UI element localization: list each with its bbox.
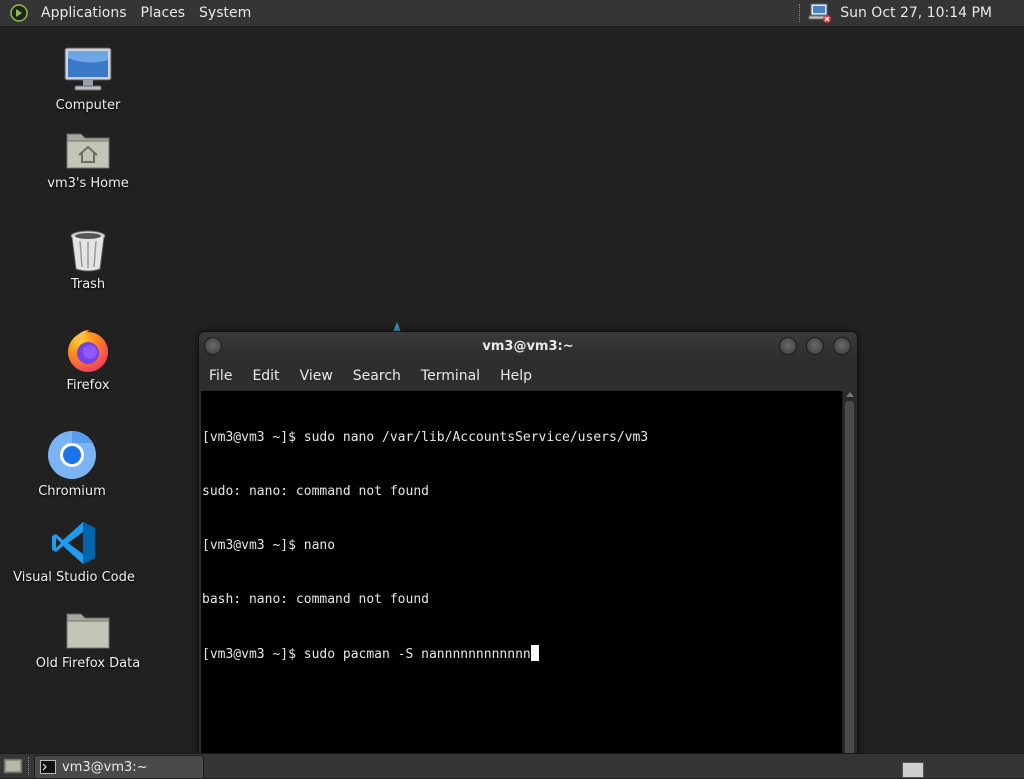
panel-handle — [799, 4, 802, 22]
menu-search[interactable]: Search — [343, 368, 411, 384]
applications-menu[interactable]: Applications — [34, 0, 134, 26]
close-button[interactable] — [833, 337, 851, 355]
terminal-line: sudo: nano: command not found — [202, 484, 429, 499]
clock[interactable]: Sun Oct 27, 10:14 PM — [840, 5, 992, 21]
desktop-icon-label: Visual Studio Code — [13, 570, 135, 585]
desktop-icon-label: Chromium — [38, 484, 106, 499]
trash-icon — [70, 230, 106, 272]
desktop-icon-firefox[interactable]: Firefox — [23, 326, 153, 393]
folder-icon — [66, 613, 110, 649]
desktop-icon-home[interactable]: vm3's Home — [23, 128, 153, 191]
terminal-window[interactable]: vm3@vm3:~ File Edit View Search Terminal… — [198, 331, 858, 758]
menu-file[interactable]: File — [199, 368, 242, 384]
mate-logo-icon[interactable] — [10, 4, 28, 22]
computer-icon — [64, 47, 112, 91]
terminal-prompt-line[interactable]: [vm3@vm3 ~]$ sudo pacman -S nannnnnnnnnn… — [202, 645, 842, 663]
menu-terminal[interactable]: Terminal — [411, 368, 490, 384]
system-menu[interactable]: System — [192, 0, 258, 26]
menu-view[interactable]: View — [290, 368, 343, 384]
maximize-button[interactable] — [806, 337, 824, 355]
scroll-up-arrow-icon[interactable] — [846, 392, 854, 397]
taskbar-terminal-button[interactable]: vm3@vm3:~ — [34, 755, 204, 779]
terminal-line: [vm3@vm3 ~]$ nano — [202, 538, 336, 553]
window-title: vm3@vm3:~ — [482, 339, 574, 354]
minimize-button[interactable] — [779, 337, 797, 355]
vscode-icon — [52, 522, 95, 564]
desktop-icon-vscode[interactable]: Visual Studio Code — [9, 520, 139, 585]
terminal-line: bash: nano: command not found — [202, 592, 429, 607]
terminal-icon — [40, 760, 56, 774]
firefox-icon — [68, 330, 108, 372]
menu-edit[interactable]: Edit — [242, 368, 289, 384]
taskbar-item-label: vm3@vm3:~ — [62, 759, 148, 775]
chromium-icon — [48, 430, 96, 479]
places-menu[interactable]: Places — [134, 0, 193, 26]
desktop-icon-chromium[interactable]: Chromium — [7, 430, 137, 499]
top-panel: Applications Places System Sun Oct 27, 1… — [0, 0, 1024, 27]
window-titlebar[interactable]: vm3@vm3:~ — [199, 332, 857, 362]
terminal-output[interactable]: [vm3@vm3 ~]$ sudo nano /var/lib/Accounts… — [201, 391, 842, 757]
workspace-switcher[interactable] — [902, 762, 924, 778]
desktop-icon-label: Trash — [70, 277, 106, 292]
terminal-current-input: [vm3@vm3 ~]$ sudo pacman -S nannnnnnnnnn… — [202, 647, 531, 662]
panel-handle — [28, 757, 29, 775]
bottom-panel: vm3@vm3:~ — [0, 753, 1024, 779]
terminal-line: [vm3@vm3 ~]$ sudo nano /var/lib/Accounts… — [202, 430, 649, 445]
terminal-menubar: File Edit View Search Terminal Help — [199, 362, 857, 390]
menu-help[interactable]: Help — [490, 368, 542, 384]
scrollbar-thumb[interactable] — [845, 401, 854, 755]
desktop-icon-old-firefox-data[interactable]: Old Firefox Data — [23, 608, 153, 671]
show-desktop-icon[interactable] — [3, 757, 23, 775]
desktop-icon-trash[interactable]: Trash — [23, 229, 153, 292]
terminal-scrollbar[interactable] — [842, 391, 856, 757]
desktop-icon-computer[interactable]: Computer — [23, 46, 153, 113]
desktop-icon-label: Computer — [55, 98, 121, 113]
network-disconnected-icon[interactable] — [808, 2, 832, 24]
desktop-icon-label: Firefox — [66, 378, 110, 393]
home-folder-icon — [66, 133, 110, 169]
desktop-icon-label: Old Firefox Data — [35, 656, 141, 671]
desktop-icon-label: vm3's Home — [47, 176, 129, 191]
text-cursor — [530, 645, 539, 661]
